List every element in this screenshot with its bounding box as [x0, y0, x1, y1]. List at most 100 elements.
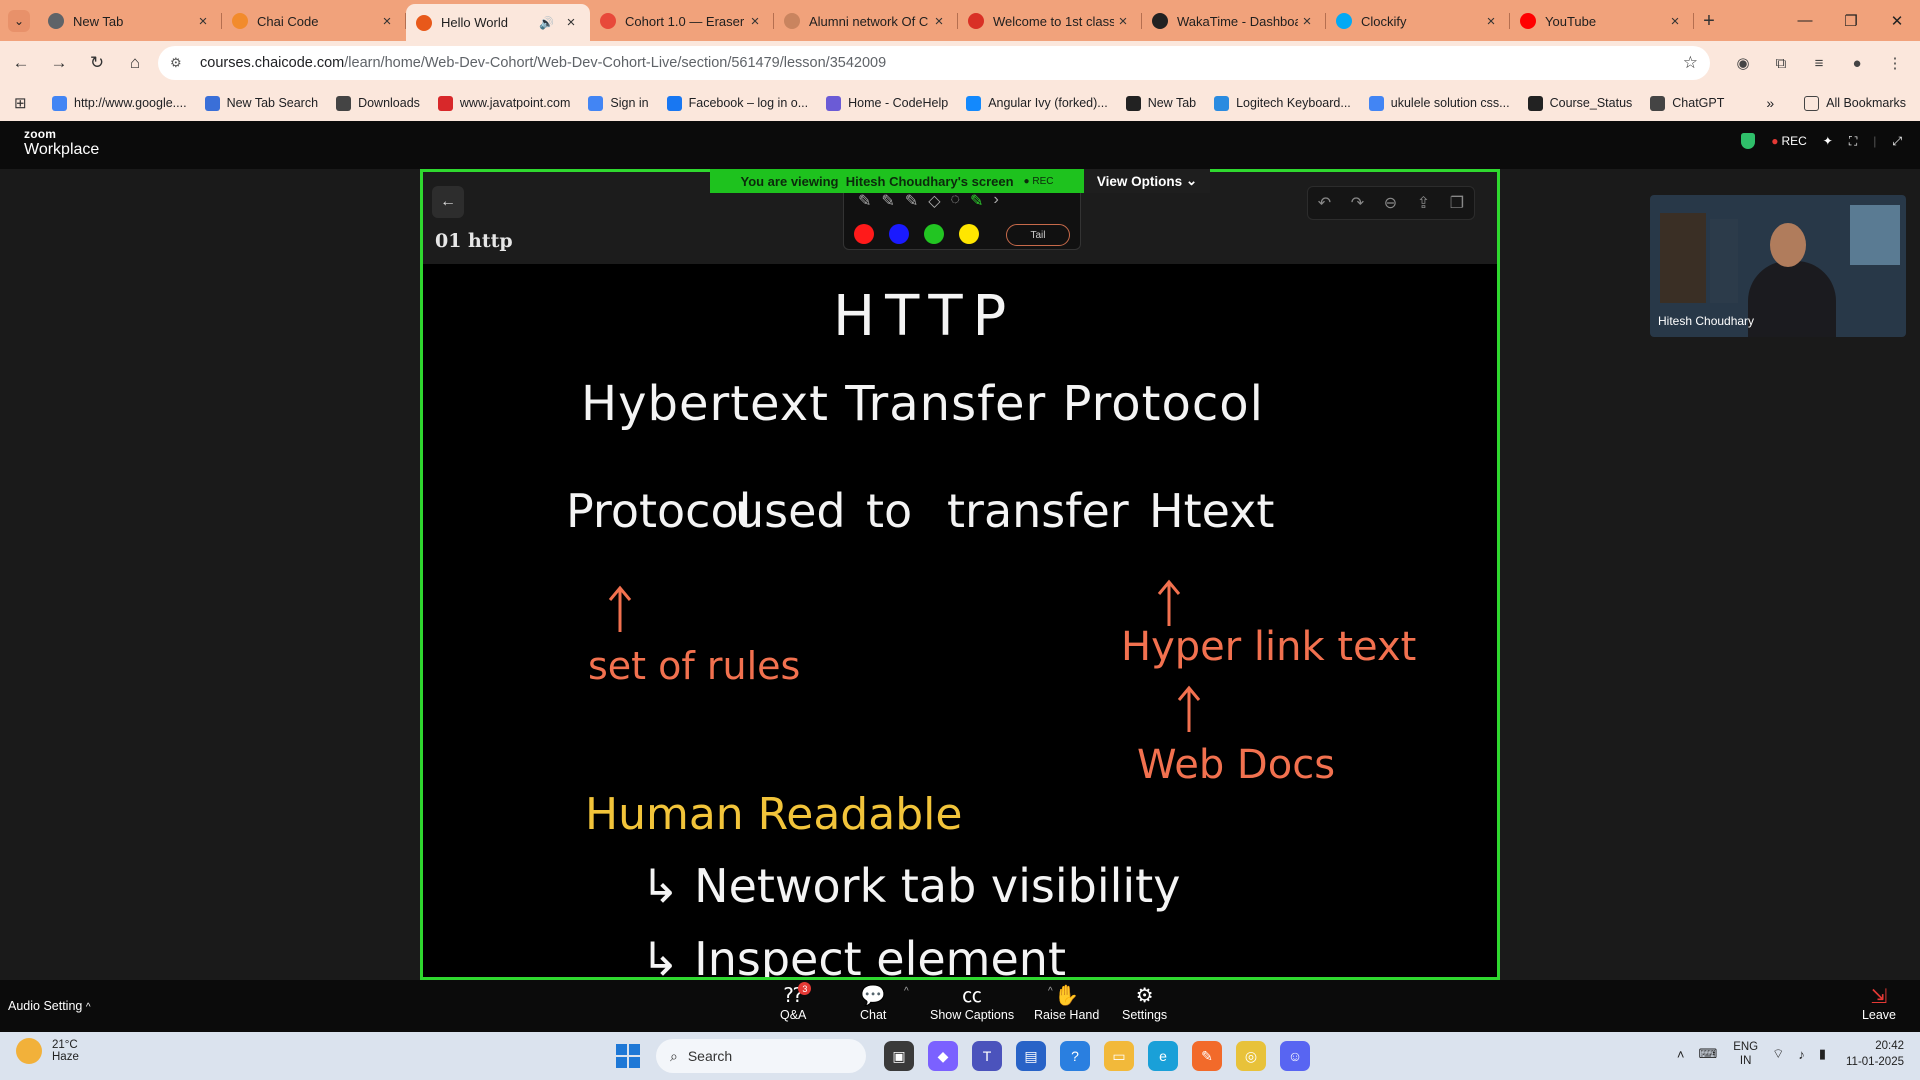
color-swatch[interactable] — [924, 224, 944, 244]
browser-tab[interactable]: Hello World 🔊 × — [406, 4, 590, 41]
close-tab-icon[interactable]: × — [562, 14, 580, 31]
clock[interactable]: 20:42 11-01-2025 — [1846, 1038, 1904, 1070]
lasso-icon[interactable]: ◌ — [951, 191, 961, 211]
profile-avatar[interactable]: ● — [1838, 46, 1876, 80]
color-swatch[interactable] — [889, 224, 909, 244]
all-bookmarks[interactable]: All Bookmarks — [1804, 95, 1906, 111]
teams-icon[interactable]: T — [972, 1041, 1002, 1071]
discord-icon[interactable]: ☺ — [1280, 1041, 1310, 1071]
bookmark-item[interactable]: ChatGPT — [1650, 95, 1724, 111]
redo-icon[interactable]: ↷ — [1351, 193, 1364, 213]
restore-icon[interactable]: ❐ — [1828, 0, 1874, 41]
close-tab-icon[interactable]: × — [194, 13, 212, 30]
bookmark-item[interactable]: New Tab Search — [204, 95, 318, 111]
browser-tab[interactable]: WakaTime - Dashboa × — [1142, 4, 1326, 38]
back-arrow-icon[interactable]: ← — [432, 186, 464, 218]
forward-icon[interactable]: → — [42, 46, 76, 80]
file-explorer-icon[interactable]: ▭ — [1104, 1041, 1134, 1071]
highlighter-icon[interactable]: ✎ — [970, 191, 983, 211]
battery-icon[interactable]: ▮ — [1819, 1046, 1826, 1062]
bookmark-item[interactable]: www.javatpoint.com — [437, 95, 570, 111]
bookmark-item[interactable]: ukulele solution css... — [1368, 95, 1510, 111]
store-icon[interactable]: ▤ — [1016, 1041, 1046, 1071]
task-view-icon[interactable]: ▣ — [884, 1041, 914, 1071]
extension-icon[interactable]: ◉ — [1724, 46, 1762, 80]
more-bookmarks-icon[interactable]: » — [1766, 95, 1774, 111]
close-tab-icon[interactable]: × — [1114, 13, 1132, 30]
pen-app-icon[interactable]: ✎ — [1192, 1041, 1222, 1071]
bookmark-item[interactable]: Sign in — [588, 95, 649, 111]
settings-button[interactable]: ⚙ Settings — [1122, 984, 1167, 1022]
puzzle-icon[interactable]: ⧉ — [1762, 46, 1800, 80]
back-icon[interactable]: ← — [4, 46, 38, 80]
bookmark-item[interactable]: Facebook – log in o... — [666, 95, 808, 111]
edge-icon[interactable]: e — [1148, 1041, 1178, 1071]
chat-button[interactable]: 💬 Chat — [860, 984, 886, 1022]
close-tab-icon[interactable]: × — [746, 13, 764, 30]
security-shield-icon[interactable] — [1741, 133, 1756, 149]
pages-icon[interactable]: ❐ — [1450, 193, 1464, 213]
address-bar[interactable]: ⚙ courses.chaicode.com/learn/home/Web-De… — [158, 46, 1710, 80]
bookmark-star-icon[interactable]: ☆ — [1683, 53, 1698, 73]
caret-up-icon[interactable]: ^ — [904, 986, 909, 997]
eraser-icon[interactable]: ◇ — [928, 191, 940, 211]
tail-toggle[interactable]: Tail — [1006, 224, 1070, 246]
taskbar-search[interactable]: ⌕ Search — [656, 1039, 866, 1073]
browser-tab[interactable]: Chai Code × — [222, 4, 406, 38]
reload-icon[interactable]: ↻ — [80, 46, 114, 80]
export-icon[interactable]: ⇪ — [1417, 193, 1430, 213]
browser-tab[interactable]: Welcome to 1st class × — [958, 4, 1142, 38]
color-swatch[interactable] — [959, 224, 979, 244]
close-icon[interactable]: ✕ — [1874, 0, 1920, 41]
pencil-icon[interactable]: ✎ — [881, 191, 894, 211]
browser-tab[interactable]: New Tab × — [38, 4, 222, 38]
help-icon[interactable]: ? — [1060, 1041, 1090, 1071]
raise-hand-button[interactable]: ✋ Raise Hand — [1034, 984, 1099, 1022]
wifi-icon[interactable]: ⌔ — [1772, 1046, 1784, 1062]
bookmark-item[interactable]: Downloads — [336, 95, 420, 111]
audio-playing-icon[interactable]: 🔊 — [539, 16, 554, 30]
more-menu-icon[interactable]: ⋮ — [1876, 46, 1914, 80]
keyboard-icon[interactable]: ⌨ — [1698, 1046, 1717, 1062]
participant-video-tile[interactable]: Hitesh Choudhary — [1650, 195, 1906, 337]
site-info-icon[interactable]: ⚙ — [170, 55, 190, 71]
sparkle-icon[interactable]: ✦ — [1823, 134, 1833, 148]
color-swatch[interactable] — [854, 224, 874, 244]
whiteboard-canvas[interactable]: HTTP Hybertext Transfer Protocol Protoco… — [423, 264, 1497, 977]
copilot-icon[interactable]: ◆ — [928, 1041, 958, 1071]
show-captions-button[interactable]: ㏄ Show Captions — [930, 984, 1014, 1022]
close-tab-icon[interactable]: × — [378, 13, 396, 30]
volume-icon[interactable]: ♪ — [1798, 1047, 1805, 1062]
audio-setting-button[interactable]: Audio Setting ^ — [8, 999, 91, 1013]
close-tab-icon[interactable]: × — [1666, 13, 1684, 30]
browser-tab[interactable]: YouTube × — [1510, 4, 1694, 38]
minimize-icon[interactable]: — — [1782, 0, 1828, 41]
windows-start-icon[interactable] — [616, 1044, 640, 1068]
close-tab-icon[interactable]: × — [1482, 13, 1500, 30]
marker-icon[interactable]: ✎ — [905, 191, 918, 211]
browser-tab[interactable]: Alumni network Of C × — [774, 4, 958, 38]
bookmark-item[interactable]: Course_Status — [1527, 95, 1632, 111]
chevron-up-icon[interactable]: ˄ — [1677, 1047, 1685, 1062]
fullscreen-icon[interactable]: ⤢ — [1892, 134, 1902, 149]
view-options-button[interactable]: View Options ⌄ — [1084, 169, 1210, 193]
media-control-icon[interactable]: ≡ — [1800, 46, 1838, 80]
home-icon[interactable]: ⌂ — [118, 46, 152, 80]
bookmark-item[interactable]: Logitech Keyboard... — [1214, 95, 1351, 111]
chrome-icon[interactable]: ◎ — [1236, 1041, 1266, 1071]
browser-tab[interactable]: Cohort 1.0 — Eraser × — [590, 4, 774, 38]
bookmark-item[interactable]: Home - CodeHelp — [826, 95, 948, 111]
bookmark-item[interactable]: Angular Ivy (forked)... — [966, 95, 1108, 111]
close-tab-icon[interactable]: × — [1298, 13, 1316, 30]
close-tab-icon[interactable]: × — [930, 13, 948, 30]
bookmark-item[interactable]: http://www.google.... — [52, 95, 187, 111]
more-icon[interactable]: ⊖ — [1384, 193, 1397, 213]
apps-grid-icon[interactable]: ⊞ — [14, 94, 40, 112]
bookmark-item[interactable]: New Tab — [1125, 95, 1196, 111]
focus-icon[interactable]: ⛶ — [1849, 134, 1857, 149]
browser-tab[interactable]: Clockify × — [1326, 4, 1510, 38]
chevron-right-icon[interactable]: › — [993, 191, 998, 211]
q-a-button[interactable]: ⁇ 3 Q&A — [780, 982, 812, 1022]
new-tab-button[interactable]: + — [1694, 10, 1724, 33]
pen-icon[interactable]: ✎ — [858, 191, 871, 211]
